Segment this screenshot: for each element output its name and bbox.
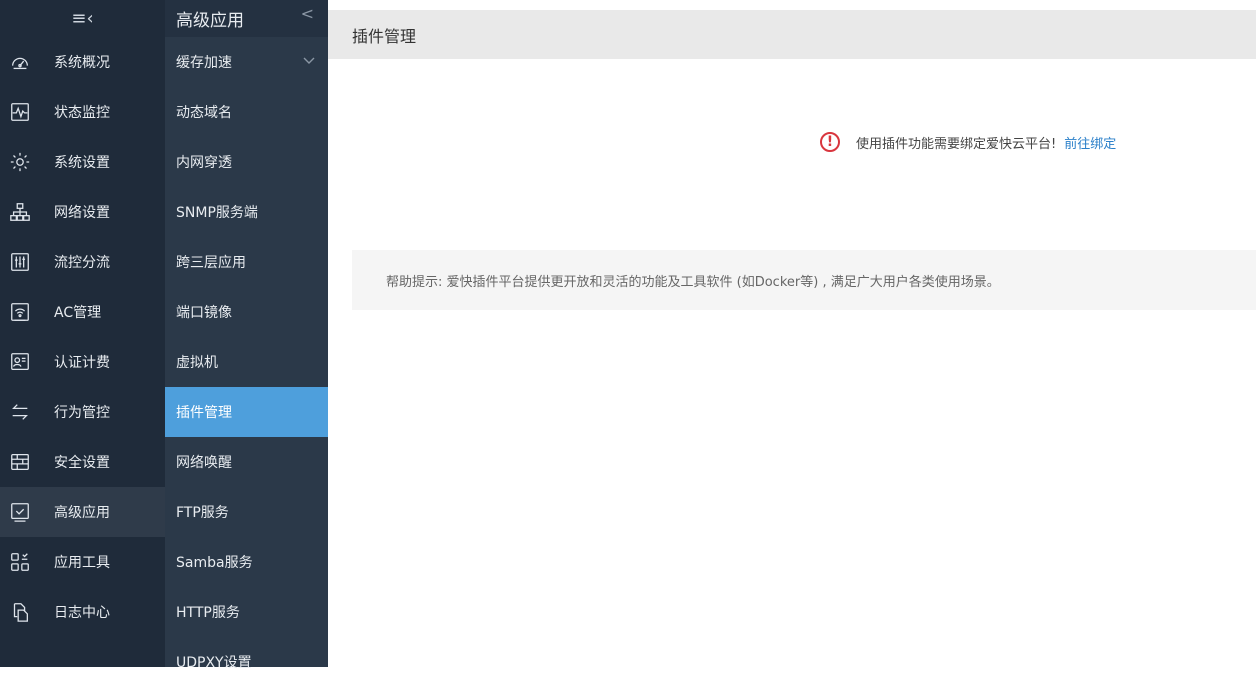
sidebar-item-app-tools[interactable]: 应用工具 — [0, 537, 165, 587]
sidebar-item-system-settings[interactable]: 系统设置 — [0, 137, 165, 187]
bind-cloud-notice: ! 使用插件功能需要绑定爱快云平台! 前往绑定 — [820, 132, 1116, 152]
submenu-title: 高级应用 — [176, 11, 244, 31]
sidebar-item-network-settings[interactable]: 网络设置 — [0, 187, 165, 237]
sidebar-item-label: 状态监控 — [54, 105, 110, 121]
help-tip-box: 帮助提示: 爱快插件平台提供更开放和灵活的功能及工具软件 (如Docker等) … — [352, 250, 1256, 310]
submenu-item-label: FTP服务 — [176, 505, 229, 521]
submenu-item-label: UDPXY设置 — [176, 655, 252, 671]
submenu-item-label: 虚拟机 — [176, 355, 218, 371]
submenu-item-intranet-penetration[interactable]: 内网穿透 — [165, 137, 328, 187]
submenu-item-http-service[interactable]: HTTP服务 — [165, 587, 328, 637]
submenu-item-cache-acceleration[interactable]: 缓存加速 — [165, 37, 328, 87]
menu-toggle-icon: ≡‹ — [71, 8, 94, 29]
network-icon — [8, 200, 32, 224]
menu-toggle-button[interactable]: ≡‹ — [0, 0, 165, 37]
submenu-item-label: SNMP服务端 — [176, 205, 258, 221]
submenu-item-udpxy-settings[interactable]: UDPXY设置 — [165, 637, 328, 687]
submenu-item-ftp-service[interactable]: FTP服务 — [165, 487, 328, 537]
page-title-bar: 插件管理 — [328, 10, 1256, 59]
submenu-item-cross-layer3[interactable]: 跨三层应用 — [165, 237, 328, 287]
submenu-item-label: HTTP服务 — [176, 605, 240, 621]
submenu-item-ddns[interactable]: 动态域名 — [165, 87, 328, 137]
sidebar-item-status-monitor[interactable]: 状态监控 — [0, 87, 165, 137]
submenu-item-wake-on-lan[interactable]: 网络唤醒 — [165, 437, 328, 487]
sidebar-item-label: 安全设置 — [54, 455, 110, 471]
sidebar-item-security-settings[interactable]: 安全设置 — [0, 437, 165, 487]
sidebar-item-label: AC管理 — [54, 305, 102, 321]
help-tip-text: 帮助提示: 爱快插件平台提供更开放和灵活的功能及工具软件 (如Docker等) … — [386, 274, 1000, 290]
sidebar-item-behavior-control[interactable]: 行为管控 — [0, 387, 165, 437]
submenu-item-label: Samba服务 — [176, 555, 253, 571]
sidebar-item-label: 行为管控 — [54, 405, 110, 421]
wifi-icon — [8, 300, 32, 324]
check-box-icon — [8, 500, 32, 524]
sidebar-item-label: 日志中心 — [54, 605, 110, 621]
main-content: 插件管理 ! 使用插件功能需要绑定爱快云平台! 前往绑定 帮助提示: 爱快插件平… — [328, 0, 1256, 667]
sidebar-item-label: 系统设置 — [54, 155, 110, 171]
submenu-item-label: 跨三层应用 — [176, 255, 246, 271]
submenu-item-label: 端口镜像 — [176, 305, 232, 321]
document-icon — [8, 600, 32, 624]
submenu-item-samba-service[interactable]: Samba服务 — [165, 537, 328, 587]
collapse-submenu-button[interactable]: < — [301, 4, 314, 23]
go-bind-link[interactable]: 前往绑定 — [1064, 133, 1116, 152]
submenu-item-label: 动态域名 — [176, 105, 232, 121]
sidebar-item-advanced-apps[interactable]: 高级应用 — [0, 487, 165, 537]
gear-icon — [8, 150, 32, 174]
sliders-icon — [8, 250, 32, 274]
submenu-item-label: 缓存加速 — [176, 55, 232, 71]
chevron-down-icon — [303, 57, 315, 64]
sidebar-item-auth-billing[interactable]: 认证计费 — [0, 337, 165, 387]
pulse-icon — [8, 100, 32, 124]
submenu-item-virtual-machine[interactable]: 虚拟机 — [165, 337, 328, 387]
sidebar-item-ac-management[interactable]: AC管理 — [0, 287, 165, 337]
submenu-item-label: 内网穿透 — [176, 155, 232, 171]
sidebar-item-traffic-control[interactable]: 流控分流 — [0, 237, 165, 287]
sidebar-item-log-center[interactable]: 日志中心 — [0, 587, 165, 637]
sidebar-item-label: 网络设置 — [54, 205, 110, 221]
page-title: 插件管理 — [352, 26, 417, 46]
submenu-item-label: 网络唤醒 — [176, 455, 232, 471]
submenu-item-port-mirroring[interactable]: 端口镜像 — [165, 287, 328, 337]
submenu-header: 高级应用 < — [165, 0, 328, 37]
submenu-item-label: 插件管理 — [176, 405, 232, 421]
secondary-sidebar: 高级应用 < 缓存加速 动态域名 内网穿透 SNMP服务端 跨三层应用 端口镜像… — [165, 0, 328, 671]
apps-icon — [8, 550, 32, 574]
swap-arrows-icon — [8, 400, 32, 424]
submenu-item-snmp-server[interactable]: SNMP服务端 — [165, 187, 328, 237]
sidebar-item-system-overview[interactable]: 系统概况 — [0, 37, 165, 87]
sidebar-item-label: 高级应用 — [54, 505, 110, 521]
sidebar-item-label: 流控分流 — [54, 255, 110, 271]
sidebar-item-label: 认证计费 — [54, 355, 110, 371]
primary-sidebar: ≡‹ 系统概况 状态监控 系统设置 网络设置 流控分流 AC管理 认证计费 行为… — [0, 0, 165, 667]
warning-icon: ! — [820, 132, 840, 152]
firewall-icon — [8, 450, 32, 474]
id-card-icon — [8, 350, 32, 374]
notice-text: 使用插件功能需要绑定爱快云平台! — [856, 136, 1057, 152]
sidebar-item-label: 系统概况 — [54, 55, 110, 71]
sidebar-item-label: 应用工具 — [54, 555, 110, 571]
gauge-icon — [8, 50, 32, 74]
submenu-item-plugin-management[interactable]: 插件管理 — [165, 387, 328, 437]
